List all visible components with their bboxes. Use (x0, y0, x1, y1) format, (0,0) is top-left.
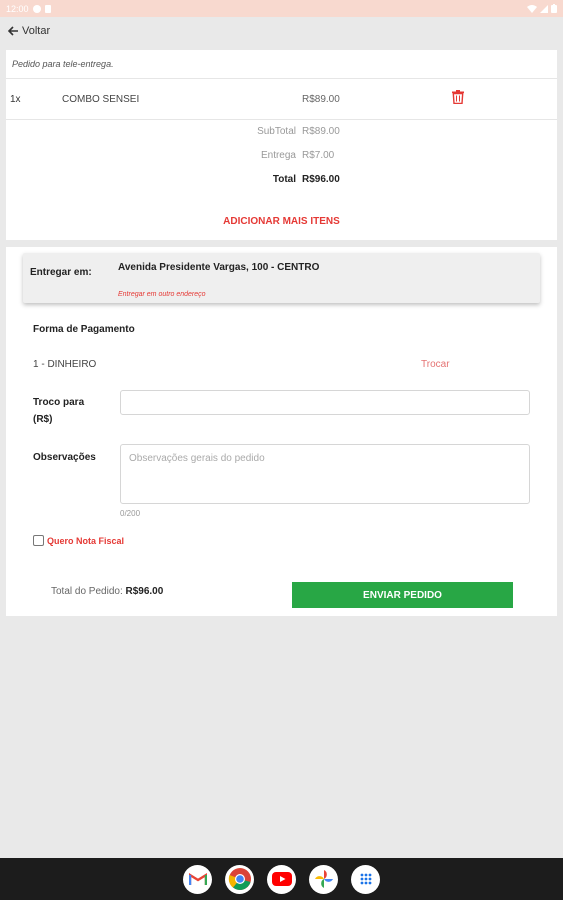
app-drawer-icon[interactable] (351, 864, 380, 894)
payment-title: Forma de Pagamento (33, 324, 135, 335)
gmail-icon[interactable] (183, 864, 212, 894)
youtube-icon[interactable] (267, 864, 296, 894)
nota-fiscal-label: Quero Nota Fiscal (47, 535, 125, 546)
total-label: Total (272, 174, 296, 185)
delivery-fee-label: Entrega (260, 150, 296, 161)
back-label: Voltar (22, 25, 51, 37)
divider (6, 78, 557, 79)
delivery-address: Avenida Presidente Vargas, 100 - CENTRO (118, 262, 320, 273)
nota-fiscal-checkbox[interactable]: Quero Nota Fiscal (33, 535, 124, 546)
sim-icon (44, 4, 51, 13)
observations-input[interactable] (120, 444, 530, 504)
notification-icon (32, 4, 41, 13)
app-dock (0, 858, 563, 900)
troco-input[interactable] (120, 390, 530, 415)
subtotal-value: R$89.00 (302, 126, 340, 137)
back-button[interactable]: Voltar (8, 22, 50, 40)
troco-label-line2: (R$) (33, 414, 53, 425)
delivery-fee-value: R$7.00 (302, 150, 335, 161)
total-value: R$96.00 (302, 174, 340, 185)
delivery-label: Entregar em: (30, 267, 92, 278)
checkbox-icon (33, 535, 44, 546)
order-caption: Pedido para tele-entrega. (12, 59, 114, 69)
observations-label: Observações (33, 452, 96, 463)
checkout-card: Entregar em: Avenida Presidente Vargas, … (6, 247, 557, 616)
subtotal-label: SubTotal (257, 126, 296, 137)
wifi-icon (527, 4, 537, 13)
order-total-label: Total do Pedido: (51, 586, 123, 597)
status-bar: 12:00 (0, 0, 563, 17)
trash-icon (452, 90, 464, 105)
status-time: 12:00 (6, 3, 29, 14)
photos-icon[interactable] (309, 864, 338, 894)
chrome-icon[interactable] (225, 864, 254, 894)
signal-icon (540, 4, 548, 13)
troco-label-line1: Troco para (33, 397, 85, 408)
item-name: COMBO SENSEI (62, 94, 140, 105)
send-order-button[interactable]: ENVIAR PEDIDO (292, 582, 513, 608)
other-address-link[interactable]: Entregar em outro endereço (118, 291, 206, 298)
add-more-items-button[interactable]: ADICIONAR MAIS ITENS (6, 216, 557, 227)
order-total: Total do Pedido: R$96.00 (51, 586, 163, 597)
delivery-address-box: Entregar em: Avenida Presidente Vargas, … (23, 253, 540, 303)
troco-label: Troco para (R$) (33, 394, 84, 428)
item-price: R$89.00 (302, 94, 340, 105)
order-total-value: R$96.00 (125, 586, 164, 597)
divider (6, 119, 557, 120)
remove-item-button[interactable] (452, 90, 464, 109)
payment-method: 1 - DINHEIRO (33, 359, 97, 370)
item-quantity: 1x (10, 94, 21, 105)
order-summary-card: Pedido para tele-entrega. 1x COMBO SENSE… (6, 50, 557, 240)
change-payment-button[interactable]: Trocar (421, 359, 450, 370)
arrow-left-icon (8, 26, 18, 36)
battery-icon (551, 4, 557, 13)
observations-counter: 0/200 (120, 509, 141, 518)
